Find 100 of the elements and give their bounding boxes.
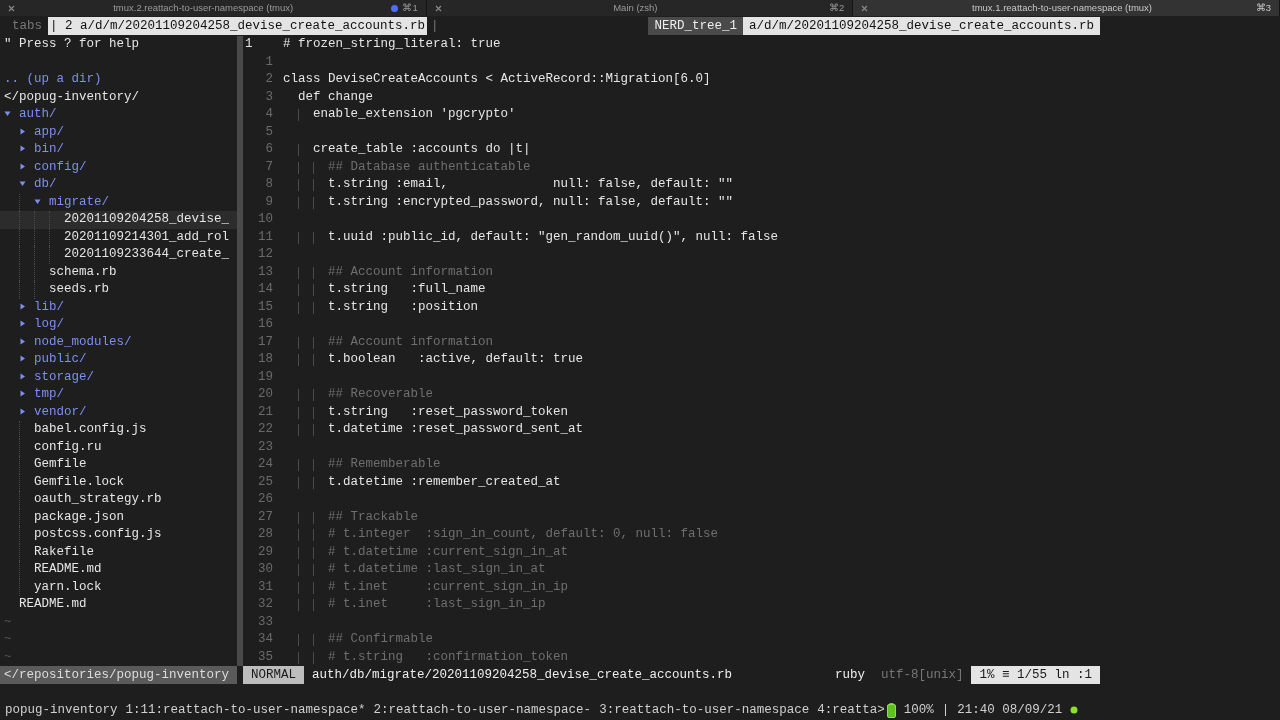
buffer-name: NERD_tree_1: [648, 17, 743, 35]
session-name: popug-inventory: [5, 702, 118, 719]
line-number: 1: [244, 36, 254, 53]
line-number: 31: [257, 578, 273, 596]
tree-item[interactable]: db/: [0, 176, 237, 194]
tab-separator: |: [431, 18, 439, 35]
shortcut-label: ⌘2: [829, 0, 845, 15]
triangle-right-icon: [19, 355, 26, 363]
tree-item[interactable]: config.ru: [0, 438, 237, 456]
tree-item[interactable]: app/: [0, 123, 237, 141]
terminal-tab[interactable]: tmux.1.reattach-to-user-namespace (tmux) ⌘3: [853, 0, 1280, 16]
file-path: auth/db/migrate/20201109204258_devise_create_accounts.rb: [311, 667, 734, 684]
battery-icon: [886, 702, 896, 718]
root-path: </popug-inventory/: [3, 88, 141, 106]
filetype-label: ruby: [833, 667, 866, 684]
mode-indicator: NORMAL: [243, 666, 304, 684]
cursor-position: 1% ≡ 1/55 ln :1: [971, 666, 1100, 684]
tree-item[interactable]: public/: [0, 351, 237, 369]
encoding-label: utf-8[unix]: [879, 667, 965, 684]
filler-tilde: ~: [3, 613, 13, 631]
triangle-right-icon: [19, 127, 26, 135]
triangle-down-icon: [34, 197, 41, 205]
tmux-window[interactable]: 1:11:reattach-to-user-namespace*: [125, 700, 366, 720]
clock: 21:40 08/09/21: [957, 702, 1063, 719]
tree-item[interactable]: postcss.config.js: [0, 526, 237, 544]
tree-item[interactable]: tmp/: [0, 386, 237, 404]
line-number: 14: [257, 281, 273, 298]
filler-tilde: ~: [3, 648, 13, 666]
line-number: 15: [257, 298, 273, 316]
tree-item[interactable]: node_modules/: [0, 333, 237, 351]
triangle-down-icon: [19, 180, 26, 188]
line-number: 22: [257, 421, 273, 438]
line-number: 25: [257, 473, 273, 491]
status-separator: |: [941, 702, 950, 719]
line-number: 26: [257, 491, 273, 508]
line-number: 7: [264, 158, 273, 176]
line-number: 20: [257, 386, 273, 403]
triangle-right-icon: [19, 390, 26, 398]
tree-item[interactable]: seeds.rb: [0, 281, 237, 299]
tmux-window[interactable]: 3:reattach-to-user-namespace: [599, 700, 810, 720]
tree-item[interactable]: Gemfile: [0, 456, 237, 474]
line-number: 8: [264, 176, 273, 193]
line-number: 32: [257, 596, 273, 613]
close-icon: [8, 4, 15, 12]
dot-icon: [1070, 706, 1079, 714]
tree-item[interactable]: lib/: [0, 298, 237, 316]
tree-item[interactable]: config/: [0, 158, 237, 176]
line-number: 1: [264, 53, 273, 71]
close-icon: [861, 4, 869, 12]
tree-item[interactable]: package.json: [0, 508, 237, 526]
tree-item[interactable]: babel.config.js: [0, 421, 237, 439]
tree-item[interactable]: Gemfile.lock: [0, 473, 237, 491]
help-text: " Press ? for help: [3, 36, 141, 53]
line-number: 16: [257, 316, 273, 333]
tree-item[interactable]: 20201109233644_create_: [0, 246, 237, 264]
tree-item[interactable]: oauth_strategy.rb: [0, 491, 237, 509]
tree-item[interactable]: storage/: [0, 368, 237, 386]
tab-title: tmux.1.reattach-to-user-namespace (tmux): [971, 0, 1154, 15]
tree-item[interactable]: 20201109204258_devise_: [0, 211, 237, 229]
line-number: 17: [257, 333, 273, 351]
tab-title: Main (zsh): [612, 0, 659, 15]
line-number: 21: [257, 403, 273, 421]
tree-item[interactable]: 20201109214301_add_rol: [0, 228, 237, 246]
line-number: 24: [257, 456, 273, 473]
line-number: 19: [257, 368, 273, 386]
tmux-window[interactable]: 2:reattach-to-user-namespace-: [373, 700, 592, 720]
triangle-down-icon: [4, 110, 11, 118]
tabline-label: tabs: [11, 18, 43, 35]
shortcut-label: ⌘3: [1255, 0, 1271, 15]
code-line: class DeviseCreateAccounts < ActiveRecord::Migration[6.0]: [283, 71, 711, 88]
tree-item[interactable]: bin/: [0, 141, 237, 159]
triangle-right-icon: [19, 372, 26, 380]
line-number: 12: [257, 246, 273, 263]
triangle-right-icon: [19, 320, 26, 328]
tree-item[interactable]: yarn.lock: [0, 578, 237, 596]
line-number: 3: [264, 88, 273, 106]
line-number: 10: [257, 211, 273, 228]
line-number: 13: [257, 263, 273, 281]
buffer-tab[interactable]: | 2 a/d/m/20201109204258_devise_create_accounts.rb: [48, 17, 428, 35]
tree-item[interactable]: Rakefile: [0, 543, 237, 561]
line-number: 34: [257, 631, 273, 648]
up-dir-link[interactable]: .. (up a dir): [0, 71, 237, 89]
line-number: 35: [257, 648, 273, 666]
tree-item[interactable]: README.md: [0, 561, 237, 579]
tree-item[interactable]: vendor/: [0, 403, 237, 421]
triangle-right-icon: [19, 407, 26, 415]
tree-item[interactable]: README.md: [0, 596, 237, 614]
line-number: 9: [264, 193, 273, 211]
battery-level: 100%: [903, 702, 934, 719]
tree-status-path: </repositories/popug-inventory: [0, 666, 237, 684]
tree-item[interactable]: schema.rb: [0, 263, 237, 281]
tmux-window[interactable]: 4:reatta>: [817, 700, 885, 720]
triangle-right-icon: [19, 337, 26, 345]
triangle-right-icon: [19, 162, 26, 170]
line-number: 5: [264, 123, 273, 141]
line-number: 11: [257, 228, 273, 246]
tree-item[interactable]: log/: [0, 316, 237, 334]
tree-item[interactable]: auth/: [0, 106, 237, 124]
triangle-right-icon: [19, 145, 26, 153]
code-line: # frozen_string_literal: true: [283, 36, 501, 53]
